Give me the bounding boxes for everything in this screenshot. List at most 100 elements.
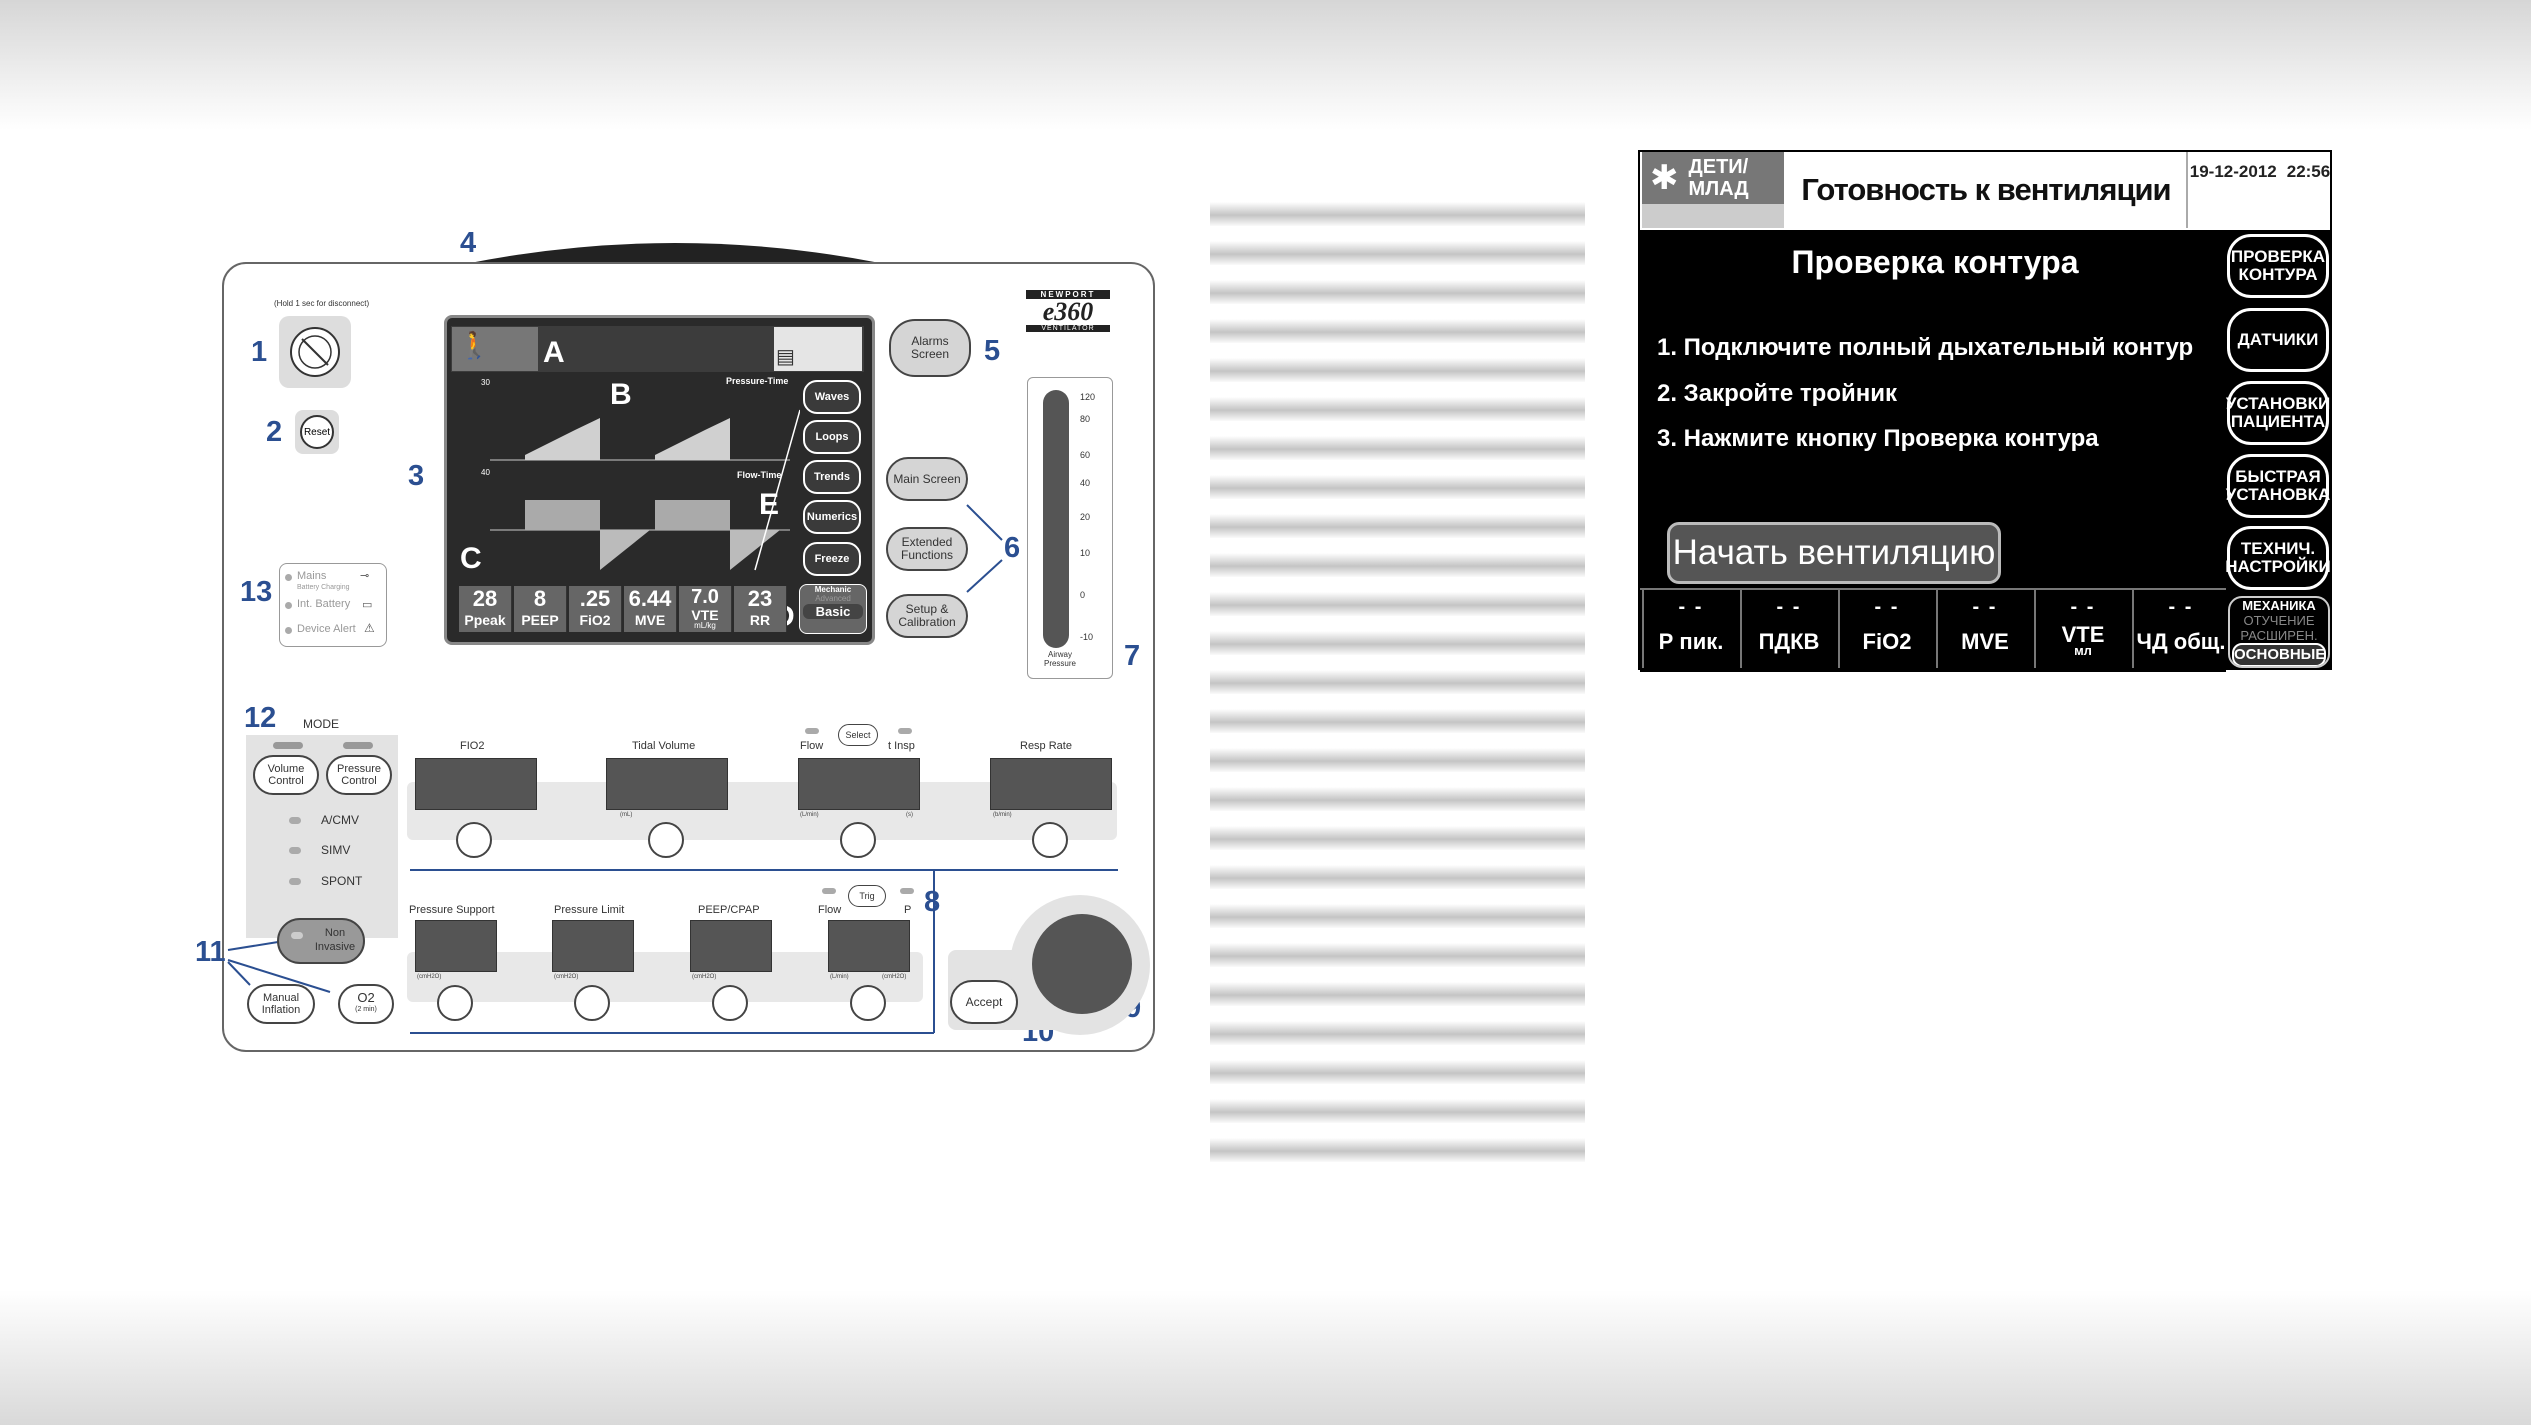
stripe: [1210, 319, 1585, 343]
status-mains: Mains: [297, 570, 327, 582]
stripe: [1210, 280, 1585, 304]
screen-trends-button[interactable]: Trends: [803, 460, 861, 494]
lcd-level-selector[interactable]: МЕХАНИКА ОТУЧЕНИЕ РАСШИРЕН. ОСНОВНЫЕ: [2228, 596, 2330, 668]
airway-scale: 120 80 60 40 20 10 0 -10: [1080, 392, 1096, 642]
waveform-area: [490, 409, 800, 571]
select-button[interactable]: Select: [838, 724, 878, 746]
mode-spont: SPONT: [321, 874, 363, 888]
pressure-limit-label: Pressure Limit: [554, 904, 625, 916]
screen-level-selector[interactable]: Mechanic Advanced Basic: [799, 584, 867, 634]
encoder-knob[interactable]: [1032, 914, 1132, 1014]
wave-bottom-axis: 40: [481, 468, 490, 477]
peep-cpap-knob[interactable]: [712, 985, 748, 1021]
patient-type-button[interactable]: ✱ ДЕТИ/ МЛАД: [1642, 152, 1784, 204]
warning-icon: ⚠: [364, 621, 375, 635]
lcd-patient-settings-button[interactable]: УСТАНОВКИ ПАЦИЕНТА: [2226, 381, 2330, 445]
manual-inflation-button[interactable]: Manual Inflation: [247, 984, 315, 1024]
o2-button[interactable]: O2 (2 min): [338, 984, 394, 1024]
flow-led-1: [805, 728, 819, 734]
level-basic[interactable]: Basic: [803, 604, 863, 619]
pressure-limit-knob[interactable]: [574, 985, 610, 1021]
lcd-level-weaning[interactable]: ОТУЧЕНИЕ: [2230, 613, 2328, 628]
mode-acmv: A/CMV: [321, 813, 360, 827]
lcd-sensors-button[interactable]: ДАТЧИКИ: [2227, 308, 2329, 372]
screen-loops-button[interactable]: Loops: [803, 420, 861, 454]
lcd-circuit-check-button[interactable]: ПРОВЕРКА КОНТУРА: [2227, 234, 2329, 298]
volume-control-button[interactable]: Volume Control: [253, 755, 319, 795]
tidal-volume-label: Tidal Volume: [632, 740, 696, 752]
stripe: [1210, 1138, 1585, 1162]
screen-numeric-rr: 23 RR: [734, 586, 787, 632]
lcd-datetime: 19-12-2012 22:56: [2186, 152, 2332, 192]
patient-adult-icon: 🚶: [458, 330, 491, 360]
screen-waves-button[interactable]: Waves: [803, 380, 861, 414]
lcd-tech-settings-button[interactable]: ТЕХНИЧ. НАСТРОЙКИ: [2225, 526, 2331, 590]
acmv-led: [289, 817, 301, 824]
main-screen-button[interactable]: Main Screen: [886, 457, 968, 501]
lcd-level-mechanics[interactable]: МЕХАНИКА: [2230, 598, 2328, 613]
mains-led: [285, 574, 292, 581]
lcd-step-2: 2. Закройте тройник: [1657, 380, 1898, 407]
lcd-numeric-mve: - - MVE: [1936, 590, 2032, 668]
status-int-battery: Int. Battery: [297, 598, 351, 610]
flow-label-1: Flow: [800, 740, 824, 752]
start-ventilation-button[interactable]: Начать вентиляцию: [1667, 522, 2001, 584]
screen-numerics-button[interactable]: Numerics: [803, 500, 861, 534]
stripe: [1210, 982, 1585, 1006]
row2-unit-flow: (L/min): [830, 974, 849, 980]
resp-rate-knob[interactable]: [1032, 822, 1068, 858]
lcd-step-1: 1. Подключите полный дыхательный контур: [1657, 334, 2194, 361]
resp-rate-display: [990, 758, 1112, 810]
o2-sub: (2 min): [355, 1006, 377, 1013]
pressure-control-led: [343, 742, 373, 749]
alert-led: [285, 627, 292, 634]
row2-unit-peep: (cmH2O): [692, 974, 717, 980]
plug-icon: ⊸: [360, 570, 370, 582]
stripe: [1210, 358, 1585, 382]
extended-functions-button[interactable]: Extended Functions: [886, 527, 968, 571]
pressure-support-knob[interactable]: [437, 985, 473, 1021]
trigger-display: [828, 920, 910, 972]
stripe: [1210, 592, 1585, 616]
lcd-level-basic[interactable]: ОСНОВНЫЕ: [2232, 643, 2326, 666]
reset-button[interactable]: Reset: [295, 410, 339, 454]
flow-tinsp-knob[interactable]: [840, 822, 876, 858]
stripe: [1210, 241, 1585, 265]
level-advanced[interactable]: Advanced: [800, 594, 866, 603]
flow-label-2: Flow: [818, 904, 842, 916]
alarms-screen-button[interactable]: Alarms Screen: [889, 319, 971, 377]
screen-numeric-peep: 8 PEEP: [514, 586, 567, 632]
fio2-knob[interactable]: [456, 822, 492, 858]
stripe: [1210, 943, 1585, 967]
brand-logo: NEWPORT e360 VENTILATOR: [1026, 290, 1110, 338]
status-battery-charging: Battery Charging: [297, 584, 350, 591]
stripe: [1210, 787, 1585, 811]
reset-label: Reset: [300, 415, 334, 449]
level-mechanic[interactable]: Mechanic: [800, 585, 866, 594]
non-invasive-button[interactable]: Non Invasive: [277, 918, 365, 964]
disconnect-button[interactable]: [279, 316, 351, 388]
trigger-knob[interactable]: [850, 985, 886, 1021]
stripe: [1210, 904, 1585, 928]
peep-cpap-display: [690, 920, 772, 972]
lcd-numeric-vte: - - VTE мл: [2034, 590, 2130, 668]
flow-tinsp-display: [798, 758, 920, 810]
fio2-label: FIO2: [460, 740, 485, 752]
trig-button[interactable]: Trig: [848, 885, 886, 907]
setup-calibration-button[interactable]: Setup & Calibration: [886, 594, 968, 638]
screen-freeze-button[interactable]: Freeze: [803, 542, 861, 576]
lcd-numeric-rr: - - ЧД общ.: [2132, 590, 2228, 668]
pressure-control-button[interactable]: Pressure Control: [326, 755, 392, 795]
row1-unit-ml: (mL): [620, 812, 633, 818]
non-invasive-led: [291, 932, 303, 939]
lcd-quick-setup-button[interactable]: БЫСТРАЯ УСТАНОВКА: [2226, 454, 2330, 518]
pressure-limit-display: [552, 920, 634, 972]
lcd-level-extended[interactable]: РАСШИРЕН.: [2230, 628, 2328, 643]
p-label: P: [904, 904, 912, 916]
battery-icon: ▭: [362, 599, 373, 611]
tidal-volume-knob[interactable]: [648, 822, 684, 858]
patient-type-label: ДЕТИ/ МЛАД: [1688, 156, 1749, 200]
accept-button[interactable]: Accept: [950, 980, 1018, 1024]
stripe: [1210, 475, 1585, 499]
lcd-step-3: 3. Нажмите кнопку Проверка контура: [1657, 425, 2099, 452]
